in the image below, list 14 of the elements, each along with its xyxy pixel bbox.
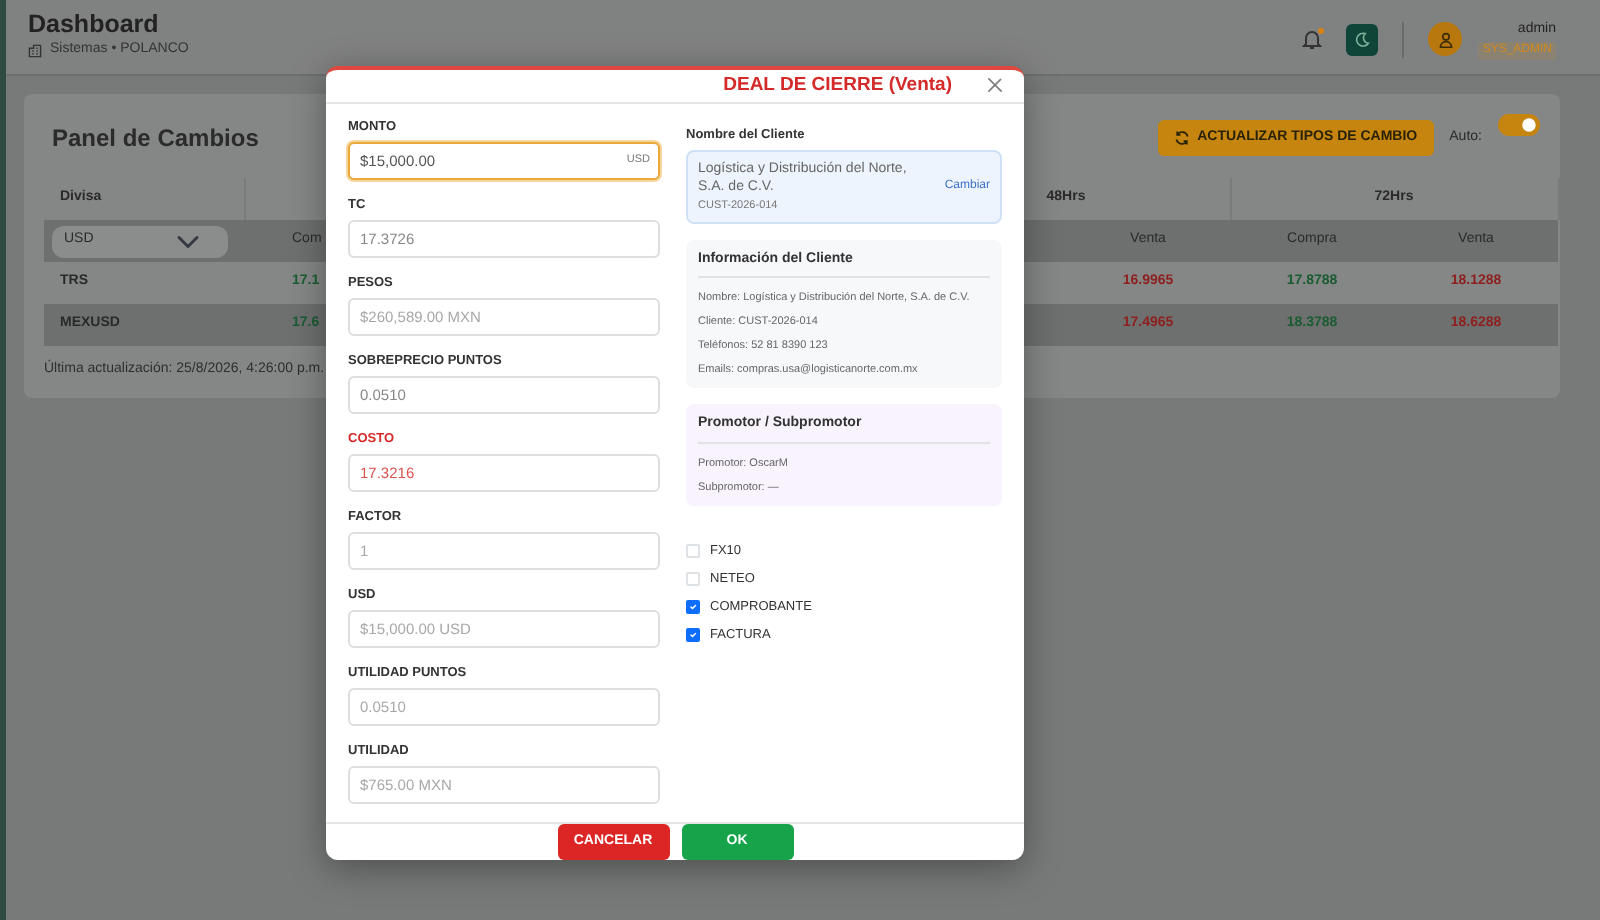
page-title: Dashboard — [28, 12, 161, 40]
user-avatar[interactable] — [1428, 22, 1463, 57]
refresh-icon — [1173, 130, 1190, 146]
checkbox[interactable] — [686, 628, 700, 643]
theme-toggle-button[interactable] — [1346, 23, 1379, 56]
notification-bell-icon[interactable] — [1302, 28, 1323, 51]
auto-toggle[interactable] — [1498, 114, 1540, 136]
person-icon — [1437, 31, 1454, 48]
checkbox[interactable] — [686, 600, 700, 615]
building-icon — [28, 43, 42, 57]
dialog-title: DEAL DE CIERRE (Venta) — [723, 71, 952, 100]
close-button[interactable] — [984, 75, 1004, 96]
moon-icon — [1354, 31, 1371, 48]
panel-title: Panel de Cambios — [50, 122, 259, 156]
